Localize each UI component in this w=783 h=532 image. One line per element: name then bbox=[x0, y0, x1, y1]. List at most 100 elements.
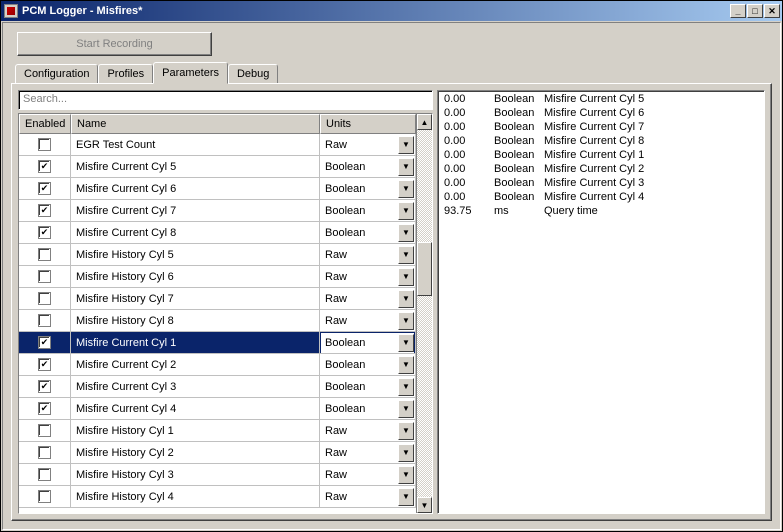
title-bar[interactable]: PCM Logger - Misfires* _ □ ✕ bbox=[1, 1, 782, 21]
units-dropdown[interactable]: Raw▼ bbox=[321, 267, 414, 287]
enabled-checkbox[interactable] bbox=[38, 270, 51, 283]
tab-parameters[interactable]: Parameters bbox=[153, 62, 228, 84]
cell-name[interactable]: EGR Test Count bbox=[71, 134, 320, 156]
units-dropdown[interactable]: Raw▼ bbox=[321, 311, 414, 331]
enabled-checkbox[interactable] bbox=[38, 138, 51, 151]
table-row[interactable]: Misfire History Cyl 4Raw▼ bbox=[19, 486, 416, 508]
enabled-checkbox[interactable] bbox=[38, 292, 51, 305]
cell-name[interactable]: Misfire Current Cyl 7 bbox=[71, 200, 320, 222]
cell-name[interactable]: Misfire Current Cyl 8 bbox=[71, 222, 320, 244]
chevron-down-icon[interactable]: ▼ bbox=[398, 180, 414, 198]
cell-name[interactable]: Misfire History Cyl 1 bbox=[71, 420, 320, 442]
cell-name[interactable]: Misfire Current Cyl 3 bbox=[71, 376, 320, 398]
cell-name[interactable]: Misfire Current Cyl 4 bbox=[71, 398, 320, 420]
units-dropdown[interactable]: Raw▼ bbox=[321, 421, 414, 441]
chevron-down-icon[interactable]: ▼ bbox=[398, 136, 414, 154]
tab-configuration[interactable]: Configuration bbox=[15, 64, 98, 83]
cell-name[interactable]: Misfire History Cyl 4 bbox=[71, 486, 320, 508]
units-dropdown[interactable]: Raw▼ bbox=[321, 245, 414, 265]
cell-name[interactable]: Misfire Current Cyl 5 bbox=[71, 156, 320, 178]
chevron-down-icon[interactable]: ▼ bbox=[398, 334, 414, 352]
tab-profiles[interactable]: Profiles bbox=[98, 64, 153, 83]
enabled-checkbox[interactable] bbox=[38, 380, 51, 393]
chevron-down-icon[interactable]: ▼ bbox=[398, 268, 414, 286]
table-row[interactable]: Misfire History Cyl 1Raw▼ bbox=[19, 420, 416, 442]
enabled-checkbox[interactable] bbox=[38, 358, 51, 371]
table-row[interactable]: Misfire Current Cyl 3Boolean▼ bbox=[19, 376, 416, 398]
table-row[interactable]: Misfire History Cyl 7Raw▼ bbox=[19, 288, 416, 310]
tab-debug[interactable]: Debug bbox=[228, 64, 278, 83]
scroll-thumb[interactable] bbox=[417, 242, 432, 296]
cell-name[interactable]: Misfire Current Cyl 1 bbox=[71, 332, 320, 354]
chevron-down-icon[interactable]: ▼ bbox=[398, 356, 414, 374]
chevron-down-icon[interactable]: ▼ bbox=[398, 246, 414, 264]
enabled-checkbox[interactable] bbox=[38, 490, 51, 503]
chevron-down-icon[interactable]: ▼ bbox=[398, 422, 414, 440]
units-dropdown[interactable]: Raw▼ bbox=[321, 443, 414, 463]
search-input[interactable]: Search... bbox=[18, 90, 433, 110]
units-dropdown[interactable]: Boolean▼ bbox=[321, 399, 414, 419]
enabled-checkbox[interactable] bbox=[38, 204, 51, 217]
cell-name[interactable]: Misfire History Cyl 7 bbox=[71, 288, 320, 310]
header-name[interactable]: Name bbox=[71, 114, 320, 134]
start-recording-button[interactable]: Start Recording bbox=[17, 32, 212, 56]
units-dropdown[interactable]: Raw▼ bbox=[321, 135, 414, 155]
enabled-checkbox[interactable] bbox=[38, 468, 51, 481]
chevron-down-icon[interactable]: ▼ bbox=[398, 378, 414, 396]
chevron-down-icon[interactable]: ▼ bbox=[398, 290, 414, 308]
table-row[interactable]: Misfire Current Cyl 7Boolean▼ bbox=[19, 200, 416, 222]
units-dropdown[interactable]: Boolean▼ bbox=[321, 157, 414, 177]
table-row[interactable]: Misfire Current Cyl 1Boolean▼ bbox=[19, 332, 416, 354]
table-row[interactable]: Misfire Current Cyl 8Boolean▼ bbox=[19, 222, 416, 244]
table-row[interactable]: Misfire Current Cyl 2Boolean▼ bbox=[19, 354, 416, 376]
vertical-scrollbar[interactable]: ▲ ▼ bbox=[416, 114, 432, 513]
enabled-checkbox[interactable] bbox=[38, 248, 51, 261]
enabled-checkbox[interactable] bbox=[38, 424, 51, 437]
chevron-down-icon[interactable]: ▼ bbox=[398, 202, 414, 220]
cell-name[interactable]: Misfire Current Cyl 6 bbox=[71, 178, 320, 200]
units-dropdown[interactable]: Boolean▼ bbox=[321, 179, 414, 199]
enabled-checkbox[interactable] bbox=[38, 226, 51, 239]
units-dropdown[interactable]: Boolean▼ bbox=[321, 377, 414, 397]
chevron-down-icon[interactable]: ▼ bbox=[398, 158, 414, 176]
table-row[interactable]: Misfire History Cyl 5Raw▼ bbox=[19, 244, 416, 266]
chevron-down-icon[interactable]: ▼ bbox=[398, 400, 414, 418]
enabled-checkbox[interactable] bbox=[38, 336, 51, 349]
chevron-down-icon[interactable]: ▼ bbox=[398, 488, 414, 506]
table-row[interactable]: Misfire History Cyl 8Raw▼ bbox=[19, 310, 416, 332]
chevron-down-icon[interactable]: ▼ bbox=[398, 312, 414, 330]
cell-name[interactable]: Misfire History Cyl 5 bbox=[71, 244, 320, 266]
cell-name[interactable]: Misfire History Cyl 8 bbox=[71, 310, 320, 332]
enabled-checkbox[interactable] bbox=[38, 314, 51, 327]
units-dropdown[interactable]: Boolean▼ bbox=[321, 333, 414, 353]
chevron-down-icon[interactable]: ▼ bbox=[398, 466, 414, 484]
maximize-button[interactable]: □ bbox=[747, 4, 763, 18]
table-row[interactable]: Misfire Current Cyl 5Boolean▼ bbox=[19, 156, 416, 178]
units-dropdown[interactable]: Raw▼ bbox=[321, 289, 414, 309]
enabled-checkbox[interactable] bbox=[38, 402, 51, 415]
table-row[interactable]: Misfire History Cyl 2Raw▼ bbox=[19, 442, 416, 464]
header-units[interactable]: Units bbox=[320, 114, 416, 134]
table-row[interactable]: Misfire History Cyl 6Raw▼ bbox=[19, 266, 416, 288]
table-row[interactable]: Misfire Current Cyl 6Boolean▼ bbox=[19, 178, 416, 200]
enabled-checkbox[interactable] bbox=[38, 182, 51, 195]
table-row[interactable]: EGR Test CountRaw▼ bbox=[19, 134, 416, 156]
enabled-checkbox[interactable] bbox=[38, 160, 51, 173]
minimize-button[interactable]: _ bbox=[730, 4, 746, 18]
table-row[interactable]: Misfire Current Cyl 4Boolean▼ bbox=[19, 398, 416, 420]
cell-name[interactable]: Misfire History Cyl 3 bbox=[71, 464, 320, 486]
enabled-checkbox[interactable] bbox=[38, 446, 51, 459]
header-enabled[interactable]: Enabled bbox=[19, 114, 71, 134]
units-dropdown[interactable]: Boolean▼ bbox=[321, 201, 414, 221]
cell-name[interactable]: Misfire History Cyl 6 bbox=[71, 266, 320, 288]
cell-name[interactable]: Misfire Current Cyl 2 bbox=[71, 354, 320, 376]
close-button[interactable]: ✕ bbox=[764, 4, 780, 18]
scroll-track[interactable] bbox=[417, 130, 432, 497]
units-dropdown[interactable]: Boolean▼ bbox=[321, 355, 414, 375]
scroll-up-button[interactable]: ▲ bbox=[417, 114, 432, 130]
chevron-down-icon[interactable]: ▼ bbox=[398, 444, 414, 462]
units-dropdown[interactable]: Boolean▼ bbox=[321, 223, 414, 243]
scroll-down-button[interactable]: ▼ bbox=[417, 497, 432, 513]
cell-name[interactable]: Misfire History Cyl 2 bbox=[71, 442, 320, 464]
units-dropdown[interactable]: Raw▼ bbox=[321, 465, 414, 485]
